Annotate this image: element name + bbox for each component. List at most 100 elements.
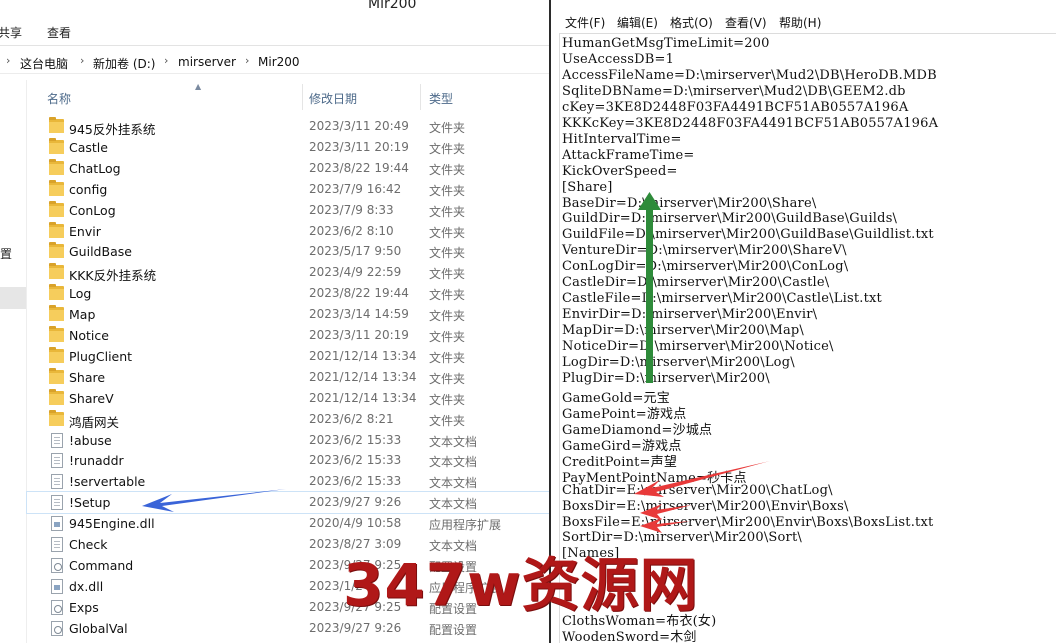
file-row[interactable]: Castle 2023/3/11 20:19 文件夹 bbox=[27, 137, 549, 158]
breadcrumb-item[interactable]: 新加卷 (D:) bbox=[93, 55, 155, 72]
column-type[interactable]: 类型 bbox=[429, 90, 453, 107]
file-row[interactable]: 945Engine.dll 2020/4/9 10:58 应用程序扩展 bbox=[27, 513, 549, 534]
text-line: BaseDir=D:\mirserver\Mir200\Share\ bbox=[562, 195, 817, 211]
file-row[interactable]: 945反外挂系统 2023/3/11 20:49 文件夹 bbox=[27, 116, 549, 137]
file-row[interactable]: PlugClient 2021/12/14 13:34 文件夹 bbox=[27, 346, 549, 367]
breadcrumb-item[interactable]: 这台电脑 bbox=[20, 55, 68, 72]
file-date: 2023/7/9 16:42 bbox=[309, 181, 402, 196]
file-row[interactable]: ShareV 2021/12/14 13:34 文件夹 bbox=[27, 388, 549, 409]
file-type: 文件夹 bbox=[429, 392, 466, 407]
text-line: KKKcKey=3KE8D2448F03FA4491BCF51AB0557A19… bbox=[562, 115, 939, 131]
file-explorer-window: 共享 查看 › 这台电脑 › 新加卷 (D:) › mirserver › Mi… bbox=[0, 0, 549, 643]
text-line: HumanGetMsgTimeLimit=200 bbox=[562, 36, 770, 51]
text-line: EnvirDir=D:\mirserver\Mir200\Envir\ bbox=[562, 307, 818, 323]
file-name: GlobalVal bbox=[69, 620, 128, 636]
text-line: HitIntervalTime= bbox=[562, 131, 682, 147]
file-date: 2021/12/14 13:34 bbox=[309, 369, 417, 384]
text-document-icon bbox=[51, 537, 63, 552]
file-row[interactable]: Log 2023/8/22 19:44 文件夹 bbox=[27, 283, 549, 304]
address-bar[interactable]: › 这台电脑 › 新加卷 (D:) › mirserver › Mir200 bbox=[0, 50, 549, 74]
column-divider[interactable] bbox=[302, 84, 303, 110]
menu-file[interactable]: 文件(F) bbox=[565, 14, 605, 31]
column-name[interactable]: 名称 bbox=[47, 90, 71, 107]
file-type: 文件夹 bbox=[429, 204, 466, 219]
folder-icon bbox=[49, 179, 64, 196]
file-row[interactable]: config 2023/7/9 16:42 文件夹 bbox=[27, 179, 549, 200]
file-row[interactable]: 鸿盾网关 2023/6/2 8:21 文件夹 bbox=[27, 409, 549, 430]
file-date: 2020/4/9 10:58 bbox=[309, 516, 402, 531]
text-line: NoticeDir=D:\mirserver\Mir200\Notice\ bbox=[562, 339, 834, 355]
navigation-pane[interactable]: 置 bbox=[0, 80, 27, 643]
file-row[interactable]: !runaddr 2023/6/2 15:33 文本文档 bbox=[27, 450, 549, 471]
file-date: 2023/6/2 15:33 bbox=[309, 432, 402, 447]
file-row[interactable]: KKK反外挂系统 2023/4/9 22:59 文件夹 bbox=[27, 262, 549, 283]
file-type: 文件夹 bbox=[429, 121, 466, 135]
file-row[interactable]: Envir 2023/6/2 8:10 文件夹 bbox=[27, 221, 549, 242]
file-date: 2023/9/27 9:26 bbox=[309, 495, 402, 510]
folder-icon bbox=[49, 284, 64, 301]
breadcrumb-item[interactable]: mirserver bbox=[178, 55, 236, 69]
tab-view[interactable]: 查看 bbox=[47, 24, 71, 41]
tab-share[interactable]: 共享 bbox=[0, 24, 22, 41]
file-name: !servertable bbox=[69, 474, 146, 490]
menu-format[interactable]: 格式(O) bbox=[670, 14, 713, 31]
menu-view[interactable]: 查看(V) bbox=[725, 14, 767, 31]
file-date: 2023/9/27 9:26 bbox=[309, 620, 402, 635]
text-document-icon bbox=[51, 432, 63, 448]
file-row[interactable]: ConLog 2023/7/9 8:33 文件夹 bbox=[27, 200, 549, 221]
file-row[interactable]: Notice 2023/3/11 20:19 文件夹 bbox=[27, 325, 549, 346]
file-type: 应用程序扩展 bbox=[429, 518, 502, 533]
file-type: 配置设置 bbox=[429, 622, 478, 637]
file-type: 文件夹 bbox=[429, 141, 466, 156]
dll-icon bbox=[51, 516, 63, 532]
file-name: Check bbox=[69, 537, 108, 552]
text-line: CastleDir=D:\mirserver\Mir200\Castle\ bbox=[562, 275, 830, 291]
file-name: 945反外挂系统 bbox=[69, 122, 156, 137]
text-document-icon bbox=[51, 495, 63, 511]
file-date: 2023/3/11 20:49 bbox=[309, 119, 409, 133]
folder-icon bbox=[49, 263, 64, 280]
file-row[interactable]: !abuse 2023/6/2 15:33 文本文档 bbox=[27, 430, 549, 451]
file-row[interactable]: Share 2021/12/14 13:34 文件夹 bbox=[27, 367, 549, 388]
file-date: 2023/5/17 9:50 bbox=[309, 244, 402, 259]
menu-edit[interactable]: 编辑(E) bbox=[617, 14, 658, 31]
file-name: 鸿盾网关 bbox=[69, 414, 120, 430]
folder-icon bbox=[49, 200, 64, 217]
menu-help[interactable]: 帮助(H) bbox=[779, 14, 821, 31]
text-line: LogDir=D:\mirserver\Mir200\Log\ bbox=[562, 355, 795, 370]
text-document-icon bbox=[51, 474, 63, 490]
breadcrumb-item[interactable]: Mir200 bbox=[258, 55, 300, 69]
file-name: KKK反外挂系统 bbox=[69, 268, 157, 284]
text-line: [Share] bbox=[562, 179, 613, 195]
column-date[interactable]: 修改日期 bbox=[309, 90, 357, 107]
file-date: 2023/8/22 19:44 bbox=[309, 286, 409, 301]
file-type: 文件夹 bbox=[429, 350, 466, 365]
file-row[interactable]: GuildBase 2023/5/17 9:50 文件夹 bbox=[27, 241, 549, 262]
nav-item-selected[interactable] bbox=[0, 287, 26, 309]
dll-icon bbox=[51, 578, 63, 594]
file-name: ShareV bbox=[69, 390, 114, 406]
nav-item-label[interactable]: 置 bbox=[0, 245, 12, 262]
file-type: 文件夹 bbox=[429, 288, 466, 303]
text-line: AccessFileName=D:\mirserver\Mud2\DB\Hero… bbox=[562, 67, 937, 83]
file-type: 文件夹 bbox=[429, 183, 466, 198]
file-type: 文件夹 bbox=[429, 371, 466, 386]
file-row[interactable]: ChatLog 2023/8/22 19:44 文件夹 bbox=[27, 158, 549, 179]
text-line: MapDir=D:\mirserver\Mir200\Map\ bbox=[562, 323, 805, 339]
folder-icon bbox=[49, 326, 64, 342]
file-row[interactable]: Map 2023/3/14 14:59 文件夹 bbox=[27, 304, 549, 325]
file-row[interactable]: GlobalVal 2023/9/27 9:26 配置设置 bbox=[27, 618, 549, 639]
file-name: GuildBase bbox=[69, 244, 132, 260]
file-name: Castle bbox=[69, 139, 108, 155]
file-name: ConLog bbox=[69, 202, 116, 218]
folder-icon bbox=[49, 367, 64, 384]
file-type: 文件夹 bbox=[429, 309, 466, 324]
file-date: 2023/3/11 20:19 bbox=[309, 139, 409, 154]
text-line: SqliteDBName=D:\mirserver\Mud2\DB\GEEM2.… bbox=[562, 83, 906, 99]
file-row[interactable]: !servertable 2023/6/2 15:33 文本文档 bbox=[27, 471, 549, 492]
file-type: 文件夹 bbox=[429, 330, 466, 344]
column-divider[interactable] bbox=[420, 84, 421, 110]
file-date: 2023/3/11 20:19 bbox=[309, 328, 409, 342]
file-name: PlugClient bbox=[69, 348, 133, 364]
file-row[interactable]: !Setup 2023/9/27 9:26 文本文档 bbox=[26, 491, 549, 515]
